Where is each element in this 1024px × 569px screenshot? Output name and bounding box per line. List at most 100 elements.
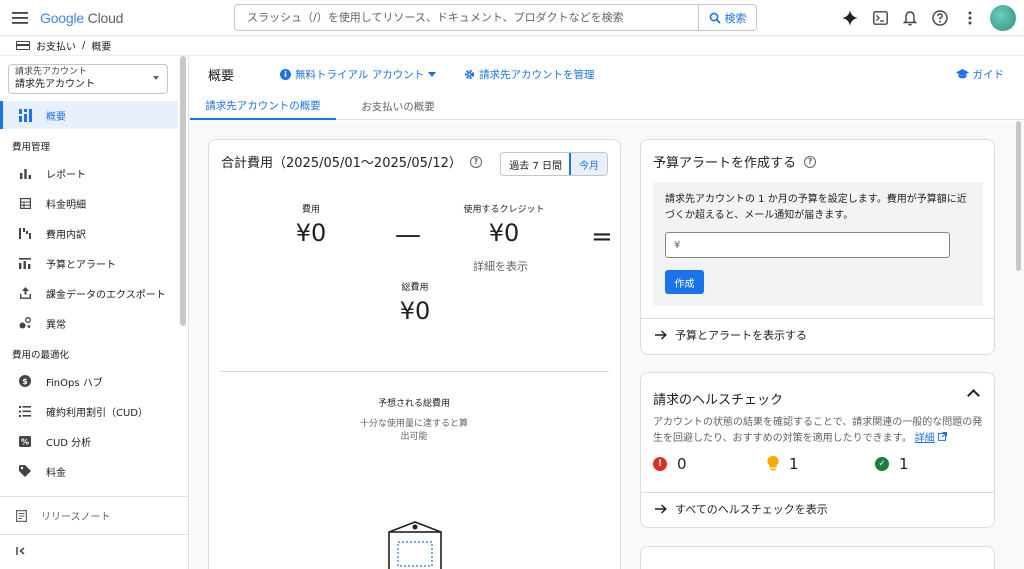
sidebar-item-label: 予算とアラート: [46, 259, 116, 271]
gear-icon: [464, 69, 475, 79]
sidebar-item-cud[interactable]: 確約利用割引（CUD）: [0, 397, 178, 425]
sidebar-item-label: 料金: [46, 467, 66, 479]
period-past-7-days[interactable]: 過去 7 日間: [501, 153, 570, 175]
page-title: 概要: [208, 68, 235, 84]
section-cost-optimization: 費用の最適化: [12, 350, 70, 361]
svg-text:$: $: [22, 377, 28, 386]
show-details-link[interactable]: 詳細を表示: [473, 258, 528, 274]
release-notes-link[interactable]: リリースノート: [16, 508, 111, 523]
search-bar: 検索: [234, 4, 757, 31]
dollar-circle-icon: $: [18, 374, 32, 388]
sidebar-item-breakdown[interactable]: 費用内訳: [0, 219, 178, 247]
view-budgets-label: 予算とアラートを表示する: [675, 329, 807, 342]
help-icon[interactable]: ?: [804, 155, 817, 168]
total-label: 総費用: [401, 283, 429, 293]
card-divider: [221, 371, 609, 372]
manage-billing-account-link[interactable]: 請求先アカウントを管理: [464, 67, 595, 82]
health-errors: ! 0: [653, 455, 687, 473]
sidebar-item-label: FinOps ハブ: [46, 377, 103, 389]
sidebar-item-overview[interactable]: 概要: [0, 101, 178, 129]
view-budgets-link[interactable]: 予算とアラートを表示する: [655, 327, 807, 343]
breadcrumb: お支払い / 概要: [0, 36, 1024, 56]
budget-amount-input[interactable]: ¥: [665, 232, 950, 258]
equals-operator: =: [591, 222, 613, 252]
arrow-right-icon: [655, 504, 667, 514]
guide-label: ガイド: [972, 68, 1005, 81]
breadcrumb-billing[interactable]: お支払い: [36, 38, 76, 53]
sidebar-item-cud-analysis[interactable]: % CUD 分析: [0, 427, 178, 455]
sidebar-item-label: CUD 分析: [46, 437, 92, 449]
info-icon: i: [280, 68, 291, 80]
search-button[interactable]: 検索: [698, 5, 756, 30]
chevron-down-icon: [428, 71, 437, 77]
sidebar-item-finops[interactable]: $ FinOps ハブ: [0, 367, 178, 395]
collapse-icon: [16, 547, 25, 555]
sidebar-item-reports[interactable]: レポート: [0, 159, 178, 187]
check-circle-icon: ✓: [875, 457, 889, 471]
total-metric: 総費用 ¥0: [379, 280, 451, 325]
waterfall-icon: [18, 226, 32, 240]
trial-account-dropdown[interactable]: i 無料トライアル アカウント: [280, 67, 437, 82]
arrow-right-icon: [655, 330, 667, 340]
ok-count: 1: [899, 455, 909, 473]
sidebar-item-label: 確約利用割引（CUD）: [46, 407, 149, 419]
health-details-link[interactable]: 詳細: [915, 433, 935, 444]
billing-account-select[interactable]: 請求先アカウント 請求先アカウント: [8, 64, 168, 94]
total-cost-title-row: 合計費用（2025/05/01〜2025/05/12） ?: [221, 152, 482, 171]
error-icon: !: [653, 457, 667, 471]
more-options-icon[interactable]: [960, 8, 980, 28]
tag-icon: [18, 464, 32, 478]
view-all-health-checks-link[interactable]: すべてのヘルスチェックを表示: [655, 501, 828, 517]
search-input[interactable]: [235, 5, 698, 30]
sidebar-item-budgets[interactable]: 予算とアラート: [0, 249, 178, 277]
sidebar-item-pricing[interactable]: 料金: [0, 457, 178, 485]
dashboard-icon: [18, 108, 32, 122]
document-icon: [16, 509, 27, 522]
breadcrumb-separator: /: [82, 40, 86, 51]
help-icon[interactable]: ?: [469, 155, 482, 168]
school-icon: [955, 69, 969, 79]
google-cloud-logo[interactable]: Google Cloud: [40, 10, 123, 26]
avatar[interactable]: [990, 5, 1016, 31]
budget-form: 請求先アカウントの 1 か月の予算を設定します。費用が予算額に近づくか超えると、…: [653, 182, 983, 306]
gemini-icon[interactable]: [840, 8, 860, 28]
empty-state-illustration: [388, 521, 442, 569]
forecast-message-line2: 出可能: [400, 432, 428, 442]
cost-metric: 費用 ¥0: [275, 202, 347, 247]
percent-icon: %: [18, 434, 32, 448]
forecast-message-line1: 十分な使用量に達すると算: [359, 419, 468, 429]
sidebar-item-export[interactable]: 課金データのエクスポート: [0, 279, 178, 307]
guide-link[interactable]: ガイド: [955, 67, 1005, 82]
sidebar-item-label: 異常: [46, 319, 66, 331]
content-area: 合計費用（2025/05/01〜2025/05/12） ? 過去 7 日間 今月…: [190, 121, 1024, 569]
main-menu-button[interactable]: [0, 0, 40, 36]
sidebar-item-label: レポート: [46, 169, 86, 181]
forecast-title: 予想される総費用: [377, 399, 450, 409]
sidebar-item-statements[interactable]: 料金明細: [0, 189, 178, 217]
collapse-sidebar-button[interactable]: [16, 546, 26, 559]
sidebar-item-label: 課金データのエクスポート: [46, 289, 166, 301]
health-check-description: アカウントの状態の結果を確認することで、請求関連の一般的な問題の発生を回避したり…: [653, 415, 983, 447]
release-notes-label: リリースノート: [41, 512, 111, 523]
anomaly-icon: [18, 316, 32, 330]
sidebar-scrollbar[interactable]: [180, 56, 186, 326]
cost-label: 費用: [301, 205, 320, 215]
tab-account-overview[interactable]: 請求先アカウントの概要: [190, 92, 336, 120]
account-select-label: 請求先アカウント: [15, 67, 88, 77]
budget-description: 請求先アカウントの 1 か月の予算を設定します。費用が予算額に近づくか超えると、…: [665, 194, 967, 221]
tab-payment-overview[interactable]: お支払いの概要: [336, 92, 460, 120]
main-scrollbar[interactable]: [1016, 121, 1021, 271]
help-icon[interactable]: [930, 8, 950, 28]
chevron-up-icon[interactable]: [967, 389, 980, 402]
sidebar-item-label: 費用内訳: [46, 229, 86, 241]
notifications-icon[interactable]: [900, 8, 920, 28]
sidebar-item-label: 概要: [46, 111, 66, 123]
upload-icon: [18, 286, 32, 300]
cloud-shell-icon[interactable]: [870, 8, 890, 28]
total-cost-title: 合計費用（2025/05/01〜2025/05/12）: [221, 156, 462, 171]
sidebar-item-anomalies[interactable]: 異常: [0, 309, 178, 337]
bar-chart-icon: [18, 166, 32, 180]
dropdown-caret-icon: [153, 76, 159, 80]
create-budget-button[interactable]: 作成: [665, 270, 704, 294]
period-this-month[interactable]: 今月: [569, 153, 608, 175]
